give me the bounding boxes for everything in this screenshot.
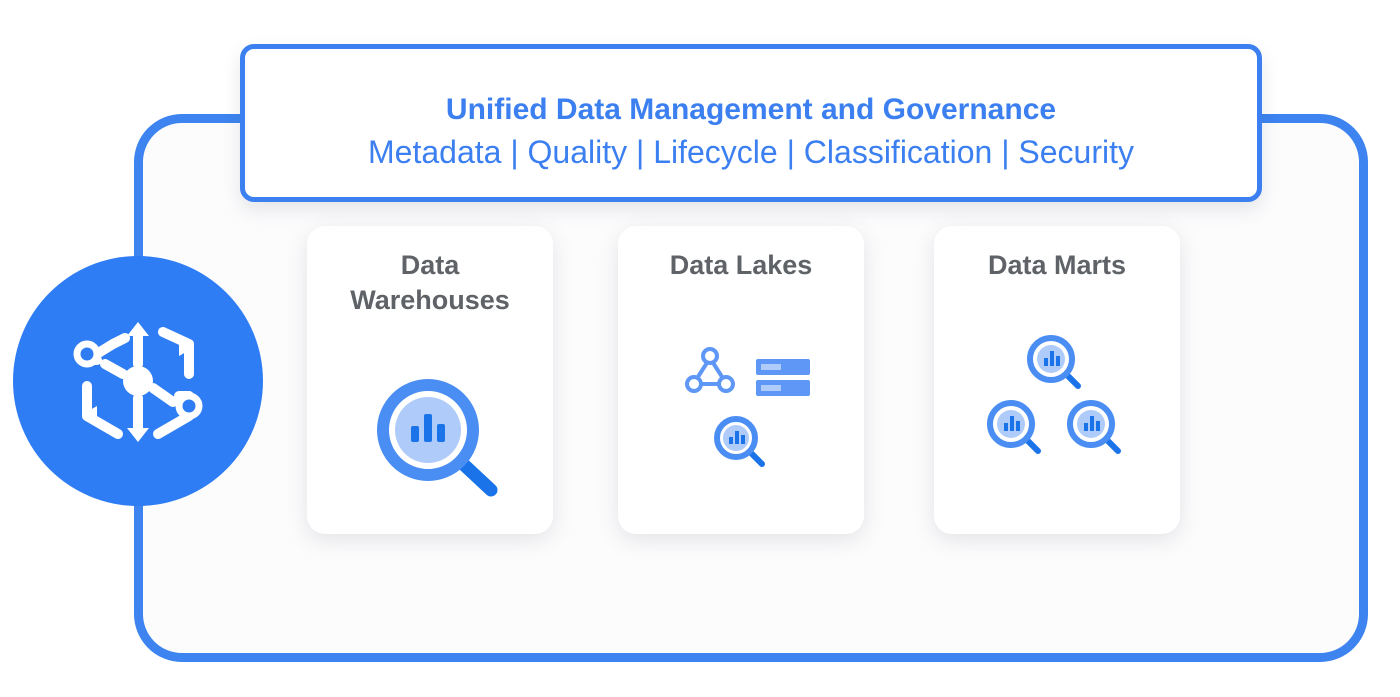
governance-banner: Unified Data Management and Governance M… [240,44,1262,202]
card-data-warehouses: Data Warehouses [307,226,553,534]
storage-server-icon [756,359,810,396]
bigquery-search-icon-small [714,416,765,467]
governance-title: Unified Data Management and Governance [445,93,1057,126]
data-lakes-icons [685,347,810,467]
card-data-lakes: Data Lakes [618,226,864,534]
bigquery-search-icon-top [1027,335,1081,389]
card-data-marts: Data Marts [934,226,1180,534]
data-marts-icons [987,335,1121,454]
dataplex-hub-icon [73,322,203,442]
bigquery-search-icon [377,379,498,497]
bigquery-search-icon-left [987,400,1041,454]
network-nodes-icon [685,347,735,393]
bigquery-search-icon-right [1067,400,1121,454]
hub-circle [13,256,263,506]
governance-subtitle: Metadata | Quality | Lifecycle | Classif… [368,134,1134,170]
